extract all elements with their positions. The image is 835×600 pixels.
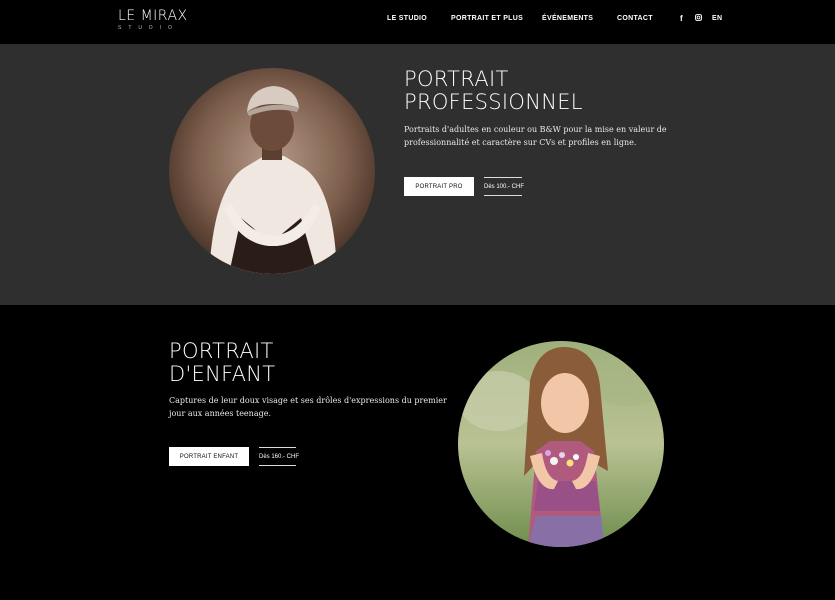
portrait-enfant-photo xyxy=(458,341,664,547)
site-header: LE MIRAX STUDIO LE STUDIO PORTRAIT ET PL… xyxy=(0,0,835,44)
portrait-pro-button[interactable]: PORTRAIT PRO xyxy=(404,177,474,196)
enfant-title-line1: PORTRAIT xyxy=(169,339,274,363)
logo-subtitle: STUDIO xyxy=(118,25,179,31)
enfant-title: PORTRAIT D'ENFANT xyxy=(169,340,275,386)
nav-evenements[interactable]: ÉVÉNEMENTS xyxy=(542,15,593,22)
section-portrait-enfant: PORTRAIT D'ENFANT Captures de leur doux … xyxy=(0,305,835,600)
enfant-price: Dès 160.- CHF xyxy=(259,447,299,466)
portrait-enfant-button[interactable]: PORTRAIT ENFANT xyxy=(169,447,249,466)
pro-title-line1: PORTRAIT xyxy=(404,67,509,91)
enfant-description-line1: Captures de leur doux visage et ses drôl… xyxy=(169,396,447,405)
pro-description-line1: Portraits d'adultes en couleur ou B&W po… xyxy=(404,125,667,134)
instagram-icon[interactable] xyxy=(695,14,702,23)
facebook-icon[interactable]: f xyxy=(680,14,683,23)
nav-portrait-et-plus[interactable]: PORTRAIT ET PLUS xyxy=(451,15,523,22)
pro-description: Portraits d'adultes en couleur ou B&W po… xyxy=(404,123,667,149)
nav-contact[interactable]: CONTACT xyxy=(617,15,653,22)
pro-description-line2: professionnalité et caractère sur CVs et… xyxy=(404,138,637,147)
enfant-description-line2: jour aux années teenage. xyxy=(169,409,271,418)
nav-le-studio[interactable]: LE STUDIO xyxy=(387,15,427,22)
language-switch[interactable]: EN xyxy=(712,15,722,22)
section-portrait-pro: PORTRAIT PROFESSIONNEL Portraits d'adult… xyxy=(0,44,835,305)
pro-price: Dès 100.- CHF xyxy=(484,177,524,196)
logo[interactable]: LE MIRAX STUDIO xyxy=(118,9,188,31)
logo-text: LE MIRAX xyxy=(118,8,188,24)
pro-title: PORTRAIT PROFESSIONNEL xyxy=(404,68,583,114)
enfant-title-line2: D'ENFANT xyxy=(169,362,276,386)
portrait-pro-photo xyxy=(169,68,375,274)
enfant-description: Captures de leur doux visage et ses drôl… xyxy=(169,394,447,420)
pro-title-line2: PROFESSIONNEL xyxy=(404,90,583,114)
